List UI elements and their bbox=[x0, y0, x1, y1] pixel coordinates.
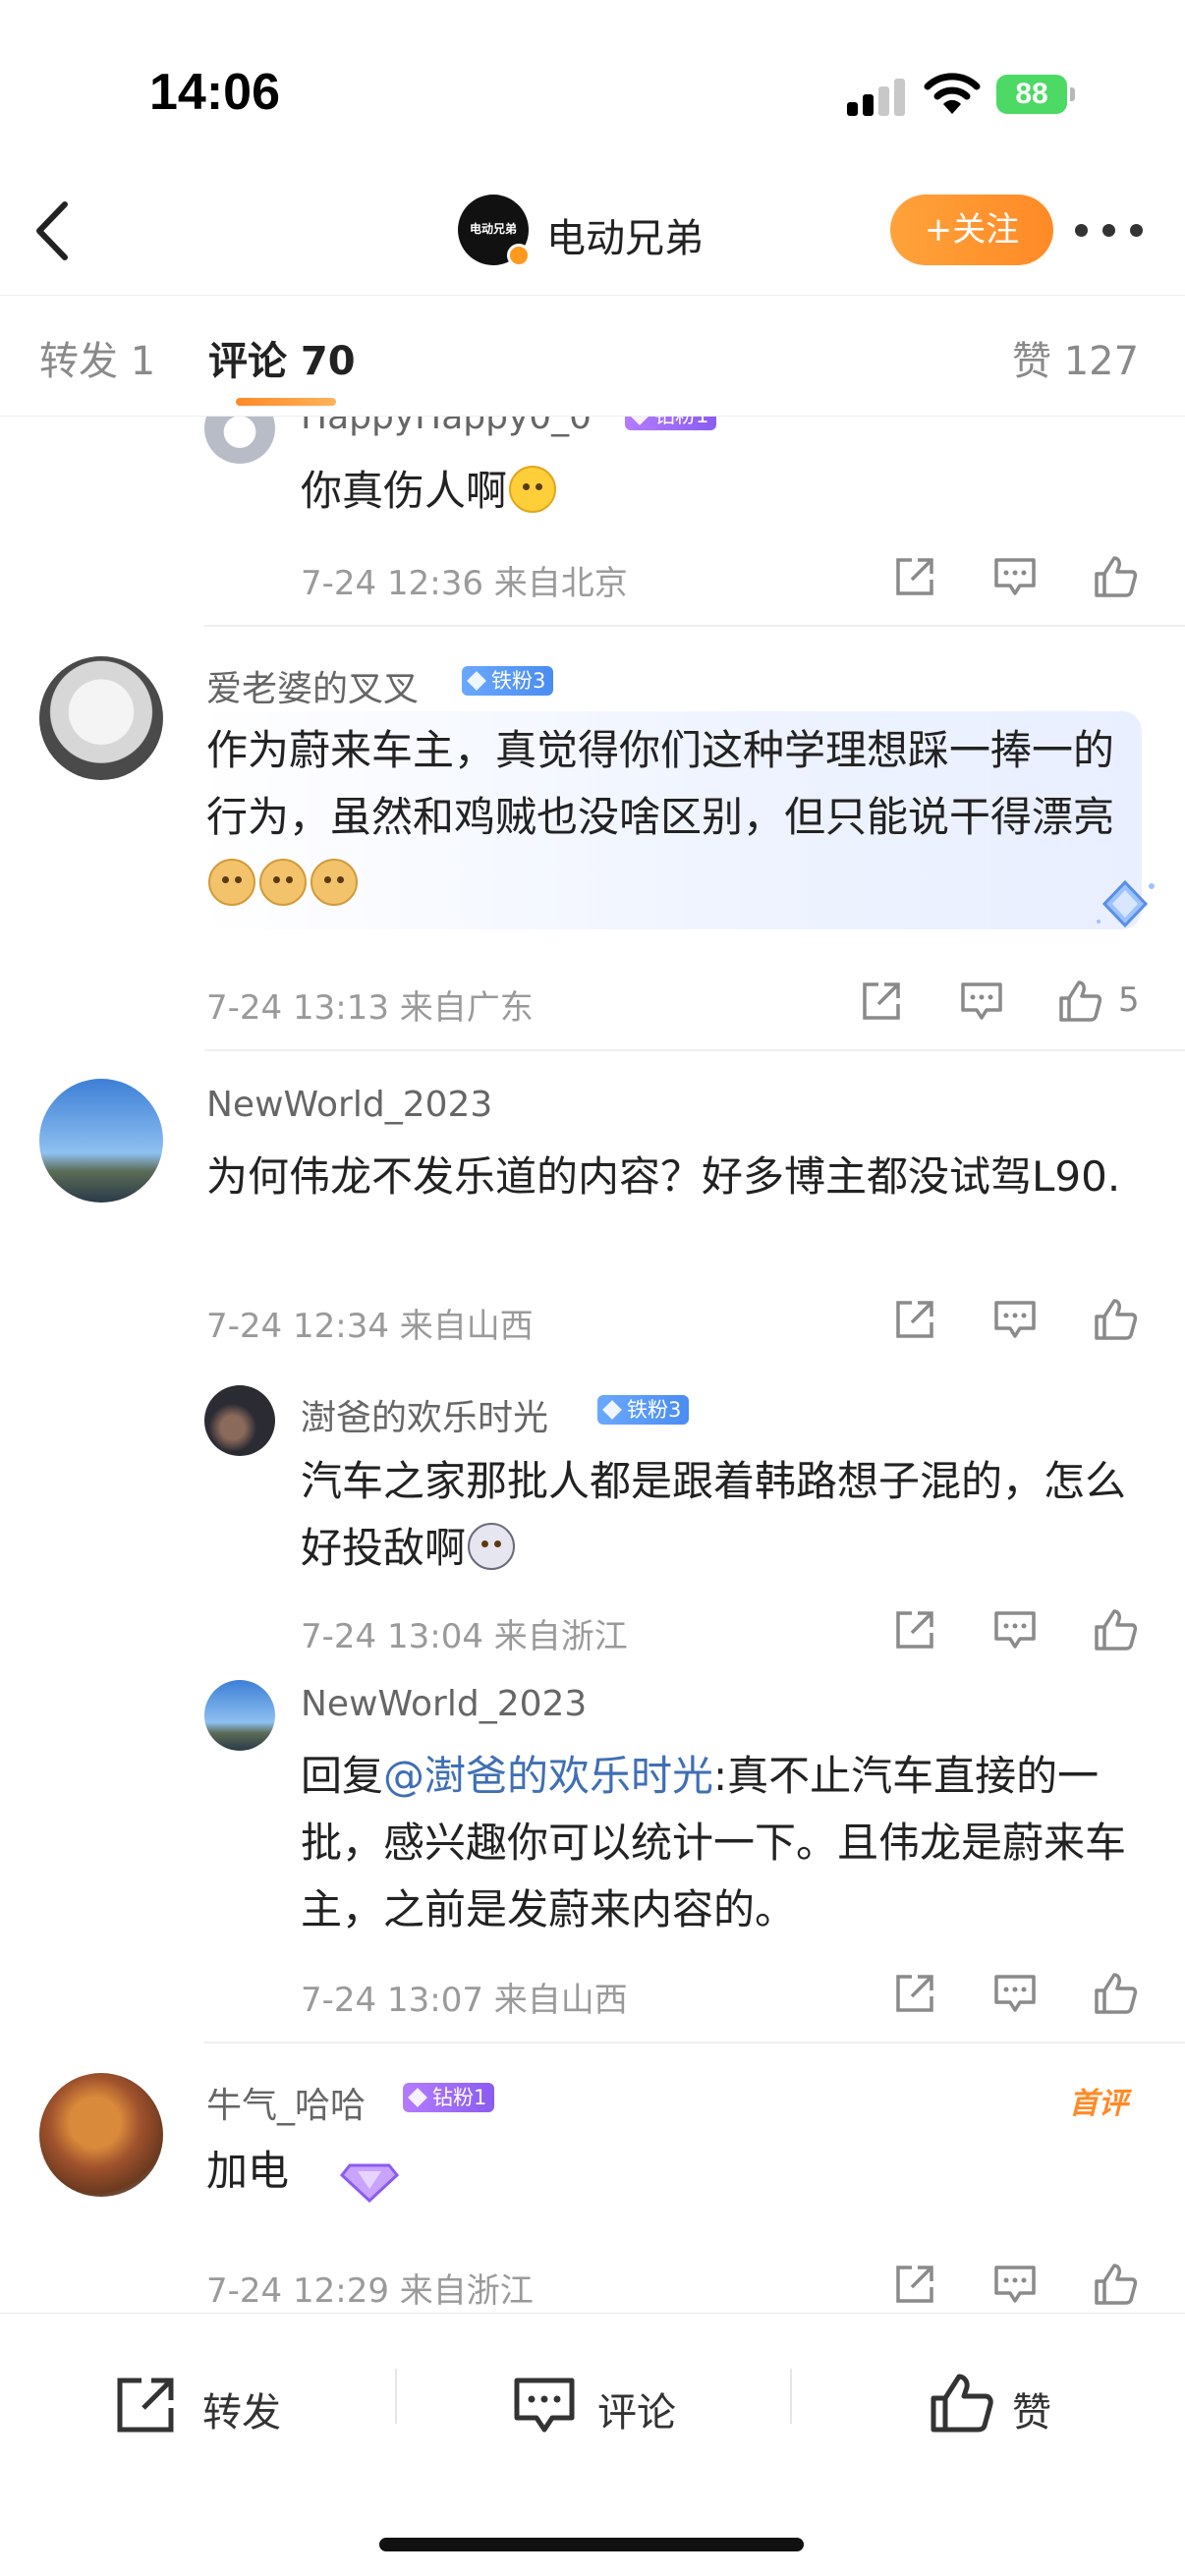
author-avatar[interactable]: 电动兄弟 bbox=[458, 195, 531, 267]
tab-comments[interactable]: 评论 70 bbox=[208, 329, 356, 386]
fan-badge: 铁粉3 bbox=[597, 1395, 690, 1425]
repost-icon[interactable] bbox=[892, 1971, 937, 2016]
like-count: 5 bbox=[1118, 980, 1140, 1020]
wifi-icon bbox=[924, 73, 981, 114]
repost-button[interactable]: 转发 bbox=[114, 2371, 310, 2439]
comment-list: HappyHappy0_0 钻粉1 你真伤人啊 7-24 12:36 来自北京 … bbox=[0, 417, 1185, 2313]
comment-username[interactable]: 爱老婆的叉叉 bbox=[206, 660, 419, 711]
divider bbox=[204, 1049, 1185, 1051]
repost-icon[interactable] bbox=[892, 554, 937, 599]
divider bbox=[204, 2042, 1185, 2044]
doge-emoji-icon bbox=[208, 859, 255, 906]
bottom-action-bar: 转发 评论 赞 bbox=[0, 2313, 1185, 2576]
home-indicator[interactable] bbox=[379, 2538, 804, 2551]
comment-meta: 7-24 12:36 来自北京 bbox=[301, 564, 628, 603]
comment-text: 汽车之家那批人都是跟着韩路想子混的，怎么好投敌啊 bbox=[301, 1457, 1127, 1572]
comment-icon[interactable] bbox=[992, 2262, 1038, 2307]
comment-text: 为何伟龙不发乐道的内容？好多博主都没试驾L90. bbox=[206, 1152, 1121, 1201]
more-icon[interactable] bbox=[1075, 222, 1144, 238]
comment-icon[interactable] bbox=[992, 554, 1038, 599]
author-logo: 电动兄弟 bbox=[469, 222, 517, 236]
tab-bar: 转发 1 评论 70 赞 127 bbox=[0, 295, 1185, 417]
like-icon[interactable] bbox=[1057, 979, 1102, 1024]
like-icon[interactable] bbox=[1093, 1297, 1138, 1342]
repost-icon[interactable] bbox=[859, 979, 904, 1024]
follow-button[interactable]: +关注 bbox=[890, 195, 1053, 265]
comment-meta: 7-24 13:07 来自山西 bbox=[301, 1981, 628, 2020]
cellular-signal-icon bbox=[847, 77, 906, 116]
separator bbox=[790, 2369, 792, 2424]
repost-icon[interactable] bbox=[892, 1297, 937, 1342]
battery-icon: 88 bbox=[996, 75, 1075, 114]
comment-username[interactable]: HappyHappy0_0 bbox=[301, 417, 592, 437]
back-icon[interactable] bbox=[29, 198, 79, 263]
avatar[interactable] bbox=[204, 1385, 275, 1456]
doge-emoji-icon bbox=[310, 859, 358, 906]
avatar[interactable] bbox=[39, 656, 163, 780]
comment-meta: 7-24 13:13 来自广东 bbox=[206, 988, 534, 1028]
comment-text: 回复@澍爸的欢乐时光:真不止汽车直接的一批，感兴趣你可以统计一下。且伟龙是蔚来车… bbox=[301, 1752, 1127, 1933]
repost-icon[interactable] bbox=[892, 2262, 937, 2307]
tab-likes[interactable]: 赞 127 bbox=[1012, 329, 1139, 386]
repost-label: 转发 bbox=[202, 2390, 281, 2436]
comment-username[interactable]: 澍爸的欢乐时光 bbox=[301, 1389, 548, 1440]
like-icon[interactable] bbox=[1093, 1607, 1138, 1652]
comment-button[interactable]: 评论 bbox=[511, 2371, 707, 2439]
fan-badge: 钻粉1 bbox=[403, 2083, 495, 2112]
comment-meta: 7-24 12:34 来自山西 bbox=[206, 1307, 534, 1346]
mention-link[interactable]: @澍爸的欢乐时光 bbox=[383, 1752, 713, 1800]
separator bbox=[395, 2369, 397, 2424]
like-button[interactable]: 赞 bbox=[928, 2371, 1065, 2439]
like-icon bbox=[931, 2374, 993, 2433]
comment-username[interactable]: 牛气_哈哈 bbox=[206, 2077, 366, 2128]
verified-badge-icon bbox=[507, 244, 531, 267]
battery-level: 88 bbox=[996, 75, 1067, 114]
avatar[interactable] bbox=[39, 1079, 163, 1203]
divider bbox=[204, 625, 1185, 627]
first-comment-tag: 首评 bbox=[1069, 2087, 1128, 2121]
comment-username[interactable]: NewWorld_2023 bbox=[301, 1684, 587, 1724]
tab-indicator bbox=[236, 398, 336, 406]
comment-icon[interactable] bbox=[992, 1607, 1038, 1652]
doge-emoji-icon bbox=[259, 859, 307, 906]
comment-icon bbox=[514, 2378, 575, 2433]
purple-gem-decoration-icon bbox=[339, 2163, 400, 2204]
comment-label: 评论 bbox=[597, 2390, 676, 2436]
comment-text: 加电 bbox=[206, 2147, 290, 2195]
status-time: 14:06 bbox=[149, 64, 280, 121]
comment-text: 你真伤人啊 bbox=[301, 458, 558, 525]
comment-meta: 7-24 12:29 来自浙江 bbox=[206, 2271, 534, 2311]
laughing-crying-emoji-icon bbox=[509, 466, 557, 513]
comment-meta: 7-24 13:04 来自浙江 bbox=[301, 1617, 628, 1656]
fan-badge: 铁粉3 bbox=[462, 666, 554, 696]
like-icon[interactable] bbox=[1093, 554, 1138, 599]
like-icon[interactable] bbox=[1093, 2262, 1138, 2307]
comment-icon[interactable] bbox=[992, 1971, 1038, 2016]
repost-icon bbox=[117, 2378, 174, 2433]
comment-username[interactable]: NewWorld_2023 bbox=[206, 1085, 492, 1125]
avatar[interactable] bbox=[204, 417, 275, 464]
fan-badge: 钻粉1 bbox=[625, 417, 717, 430]
avatar[interactable] bbox=[39, 2073, 163, 2197]
nav-bar: 电动兄弟 电动兄弟 +关注 bbox=[0, 167, 1185, 295]
comment-icon[interactable] bbox=[959, 979, 1004, 1024]
status-bar: 14:06 88 bbox=[0, 0, 1185, 167]
tab-repost[interactable]: 转发 1 bbox=[39, 329, 155, 386]
like-label: 赞 bbox=[1012, 2390, 1051, 2436]
repost-icon[interactable] bbox=[892, 1607, 937, 1652]
comment-text: 作为蔚来车主，真觉得你们这种学理想踩一捧一的行为，虽然和鸡贼也没啥区别，但只能说… bbox=[206, 717, 1130, 918]
like-icon[interactable] bbox=[1093, 1971, 1138, 2016]
comment-icon[interactable] bbox=[992, 1297, 1038, 1342]
husky-emoji-icon bbox=[468, 1523, 516, 1570]
avatar[interactable] bbox=[204, 1680, 275, 1751]
author-name[interactable]: 电动兄弟 bbox=[546, 206, 704, 263]
